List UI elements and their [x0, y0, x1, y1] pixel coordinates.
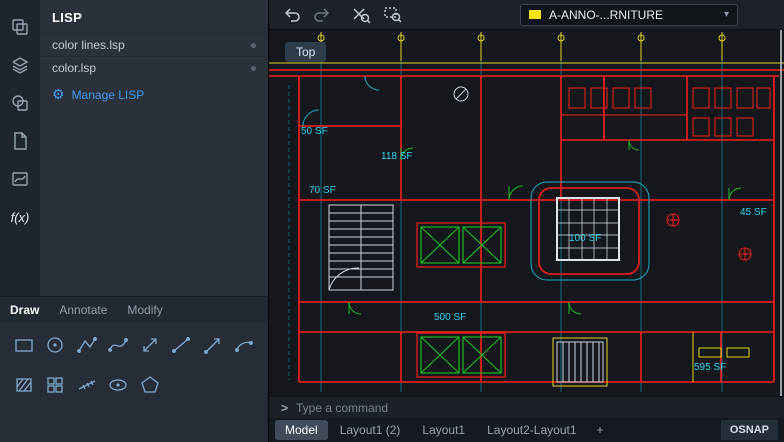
lisp-item-color-lines[interactable]: color lines.lsp	[40, 33, 268, 56]
dimension-tool-icon[interactable]	[134, 332, 166, 358]
gear-icon: ⚙	[52, 86, 65, 103]
osnap-toggle[interactable]: OSNAP	[721, 420, 778, 440]
tab-model[interactable]: Model	[275, 420, 328, 440]
polygon-tool-icon[interactable]	[134, 372, 166, 398]
rectangle-tool-icon[interactable]	[8, 332, 40, 358]
layer-color-swatch	[529, 10, 541, 19]
area-label: 70 SF	[309, 185, 336, 196]
item-dot	[251, 66, 256, 71]
area-label: 118 SF	[381, 151, 413, 162]
command-bar: >	[269, 396, 784, 418]
floorplan-drawing	[269, 30, 784, 396]
line-tool-icon[interactable]	[166, 332, 198, 358]
lisp-item-color[interactable]: color.lsp	[40, 56, 268, 79]
chevron-down-icon: ▾	[724, 9, 729, 20]
layer-dropdown-label: A-ANNO-...RNITURE	[549, 8, 716, 22]
ellipse-tool-icon[interactable]	[103, 372, 135, 398]
lisp-icon[interactable]: f(x)	[0, 198, 40, 236]
circle-tool-icon[interactable]	[40, 332, 72, 358]
lisp-panel-title: LISP	[40, 0, 268, 33]
left-panel: f(x) LISP color lines.lsp color.lsp ⚙ Ma…	[0, 0, 268, 442]
sheets-icon[interactable]	[0, 122, 40, 160]
blocks-icon[interactable]	[0, 84, 40, 122]
tab-layout1-2[interactable]: Layout1 (2)	[330, 420, 411, 440]
layer-dropdown[interactable]: A-ANNO-...RNITURE ▾	[520, 4, 738, 26]
arc-tool-icon[interactable]	[229, 332, 261, 358]
item-dot	[251, 43, 256, 48]
manage-lisp-label: Manage LISP	[72, 88, 145, 102]
layers-icon[interactable]	[0, 46, 40, 84]
view-orientation-button[interactable]: Top	[285, 42, 326, 62]
array-tool-icon[interactable]	[40, 372, 72, 398]
tab-modify[interactable]: Modify	[127, 303, 162, 317]
polyline-tool-icon[interactable]	[71, 332, 103, 358]
spline-tool-icon[interactable]	[103, 332, 135, 358]
zoom-window-icon[interactable]	[383, 5, 403, 25]
lisp-item-label: color lines.lsp	[52, 38, 125, 52]
cad-app: f(x) LISP color lines.lsp color.lsp ⚙ Ma…	[0, 0, 784, 442]
redo-button[interactable]	[313, 6, 333, 24]
tab-layout1[interactable]: Layout1	[412, 420, 475, 440]
tab-draw[interactable]: Draw	[10, 303, 39, 317]
command-prompt-icon: >	[281, 401, 288, 415]
add-layout-button[interactable]: +	[589, 420, 612, 440]
measure-icon[interactable]	[351, 5, 371, 25]
lisp-panel: LISP color lines.lsp color.lsp ⚙ Manage …	[40, 0, 268, 296]
area-label: 500 SF	[434, 312, 466, 323]
views-icon[interactable]	[0, 160, 40, 198]
drawing-canvas[interactable]: Top	[269, 30, 784, 396]
left-icon-rail: f(x)	[0, 0, 40, 296]
manage-lisp-button[interactable]: ⚙ Manage LISP	[40, 79, 268, 110]
palettes-icon[interactable]	[0, 8, 40, 46]
draw-tools-panel	[0, 322, 268, 442]
ray-tool-icon[interactable]	[197, 332, 229, 358]
drawing-workspace: A-ANNO-...RNITURE ▾ Top	[268, 0, 784, 442]
area-label: 595 SF	[694, 362, 726, 373]
area-label: 50 SF	[301, 126, 328, 137]
lisp-item-label: color.lsp	[52, 61, 96, 75]
command-input[interactable]	[296, 401, 772, 415]
ribbon-tab-bar: Draw Annotate Modify	[0, 296, 268, 322]
tab-layout2-layout1[interactable]: Layout2-Layout1	[477, 420, 586, 440]
canvas-toolbar: A-ANNO-...RNITURE ▾	[269, 0, 784, 30]
hatch-tool-icon[interactable]	[8, 372, 40, 398]
undo-button[interactable]	[281, 6, 301, 24]
divide-tool-icon[interactable]	[71, 372, 103, 398]
area-label: 100 SF	[569, 233, 601, 244]
layout-tab-bar: Model Layout1 (2) Layout1 Layout2-Layout…	[269, 418, 784, 442]
area-label: 45 SF	[740, 207, 767, 218]
tab-annotate[interactable]: Annotate	[59, 303, 107, 317]
